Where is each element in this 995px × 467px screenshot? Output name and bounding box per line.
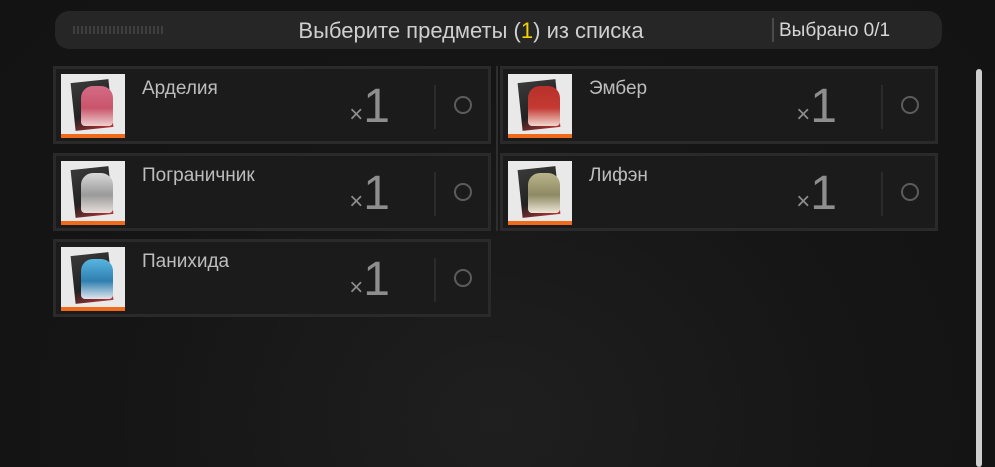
item-quantity: ×1 [349,81,390,133]
portrait-icon [81,173,113,213]
selection-header: Выберите предметы (1) из списка Выбрано … [55,11,942,49]
times-sign: × [796,101,811,128]
times-sign: × [349,274,364,301]
item-thumbnail [508,161,572,225]
quantity-value: 1 [363,253,390,306]
item-name: Эмбер [589,78,648,99]
item-divider [434,258,436,302]
portrait-icon [528,86,560,126]
item-card[interactable]: Эмбер ×1 [500,66,938,144]
item-name: Лифэн [589,165,648,186]
title-prefix: Выберите предметы ( [298,18,521,43]
rarity-stripe [508,134,572,138]
rarity-stripe [61,221,125,225]
select-radio[interactable] [901,183,919,201]
title-suffix: ) из списка [533,18,644,43]
item-card[interactable]: Пограничник ×1 [53,153,491,231]
select-radio[interactable] [901,96,919,114]
rarity-stripe [61,307,125,311]
rarity-stripe [508,221,572,225]
quantity-value: 1 [810,80,837,133]
select-radio[interactable] [454,183,472,201]
rarity-stripe [61,134,125,138]
header-title: Выберите предметы (1) из списка [55,11,887,49]
item-thumbnail [61,247,125,311]
quantity-value: 1 [363,80,390,133]
selected-counter: Выбрано 0/1 [779,20,891,41]
header-divider [772,18,774,42]
item-quantity: ×1 [796,168,837,220]
item-card[interactable]: Панихида ×1 [53,239,491,317]
item-quantity: ×1 [349,168,390,220]
times-sign: × [349,101,364,128]
item-card[interactable]: Лифэн ×1 [500,153,938,231]
item-quantity: ×1 [796,81,837,133]
times-sign: × [796,188,811,215]
scrollbar[interactable] [976,69,982,467]
quantity-value: 1 [363,167,390,220]
portrait-icon [81,259,113,299]
portrait-icon [81,86,113,126]
item-quantity: ×1 [349,254,390,306]
select-radio[interactable] [454,269,472,287]
item-grid: Арделия ×1 Эмбер ×1 Пограничник ×1 Лифэн… [53,66,938,326]
item-divider [881,85,883,129]
portrait-icon [528,173,560,213]
item-name: Панихида [142,251,230,272]
title-count: 1 [520,18,534,43]
item-divider [434,85,436,129]
select-radio[interactable] [454,96,472,114]
item-thumbnail [61,74,125,138]
item-divider [881,172,883,216]
item-name: Арделия [142,78,218,99]
item-divider [434,172,436,216]
item-card[interactable]: Арделия ×1 [53,66,491,144]
item-thumbnail [61,161,125,225]
item-thumbnail [508,74,572,138]
column-divider [496,66,498,231]
quantity-value: 1 [810,167,837,220]
times-sign: × [349,188,364,215]
item-name: Пограничник [142,165,255,186]
